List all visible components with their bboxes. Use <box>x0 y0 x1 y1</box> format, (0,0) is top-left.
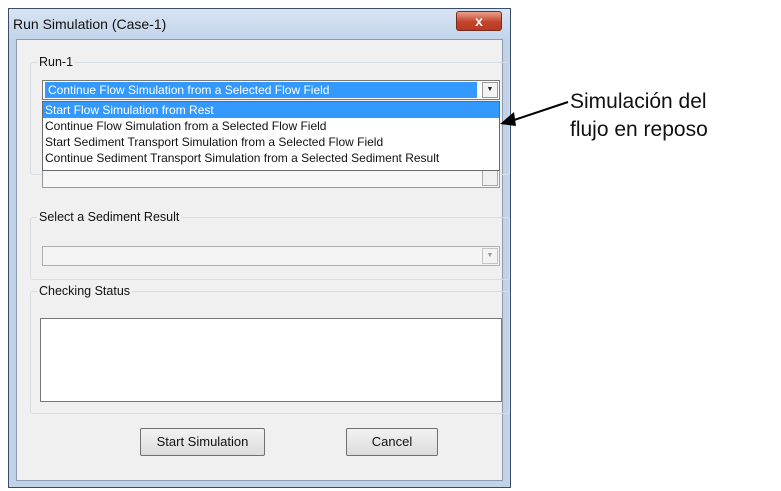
annotation-line-1: Simulación del <box>570 90 707 113</box>
chevron-down-icon[interactable]: ▼ <box>482 248 498 264</box>
start-simulation-button[interactable]: Start Simulation <box>140 428 265 456</box>
run-mode-value: Continue Flow Simulation from a Selected… <box>45 82 477 98</box>
annotation-line-2: flujo en reposo <box>570 118 708 141</box>
sediment-result-select[interactable]: ▼ <box>42 246 500 266</box>
run-mode-select[interactable]: Continue Flow Simulation from a Selected… <box>42 80 500 100</box>
sediment-result-value <box>45 248 51 264</box>
sediment-group: Select a Sediment Result <box>30 210 510 280</box>
chevron-down-icon <box>482 170 498 186</box>
run-mode-dropdown-list: Start Flow Simulation from Rest Continue… <box>42 101 500 171</box>
dropdown-option-start-flow-from-rest[interactable]: Start Flow Simulation from Rest <box>43 102 499 118</box>
arrow-left-icon <box>500 101 569 126</box>
dropdown-option-continue-flow[interactable]: Continue Flow Simulation from a Selected… <box>43 118 499 134</box>
checking-status-legend: Checking Status <box>39 284 131 298</box>
close-button[interactable]: x <box>456 11 502 31</box>
cancel-button[interactable]: Cancel <box>346 428 438 456</box>
sediment-group-legend: Select a Sediment Result <box>39 210 180 224</box>
checking-status-textarea[interactable] <box>40 318 502 402</box>
run-group-legend: Run-1 <box>39 55 74 69</box>
dialog-title: Run Simulation (Case-1) <box>13 16 167 32</box>
close-icon: x <box>475 13 483 29</box>
title-bar[interactable]: Run Simulation (Case-1) x <box>9 9 510 39</box>
hidden-combo-box <box>42 168 500 188</box>
annotation-text: Simulación del flujo en reposo <box>570 88 708 144</box>
dropdown-option-start-sediment[interactable]: Start Sediment Transport Simulation from… <box>43 134 499 150</box>
dropdown-option-continue-sediment[interactable]: Continue Sediment Transport Simulation f… <box>43 150 499 166</box>
